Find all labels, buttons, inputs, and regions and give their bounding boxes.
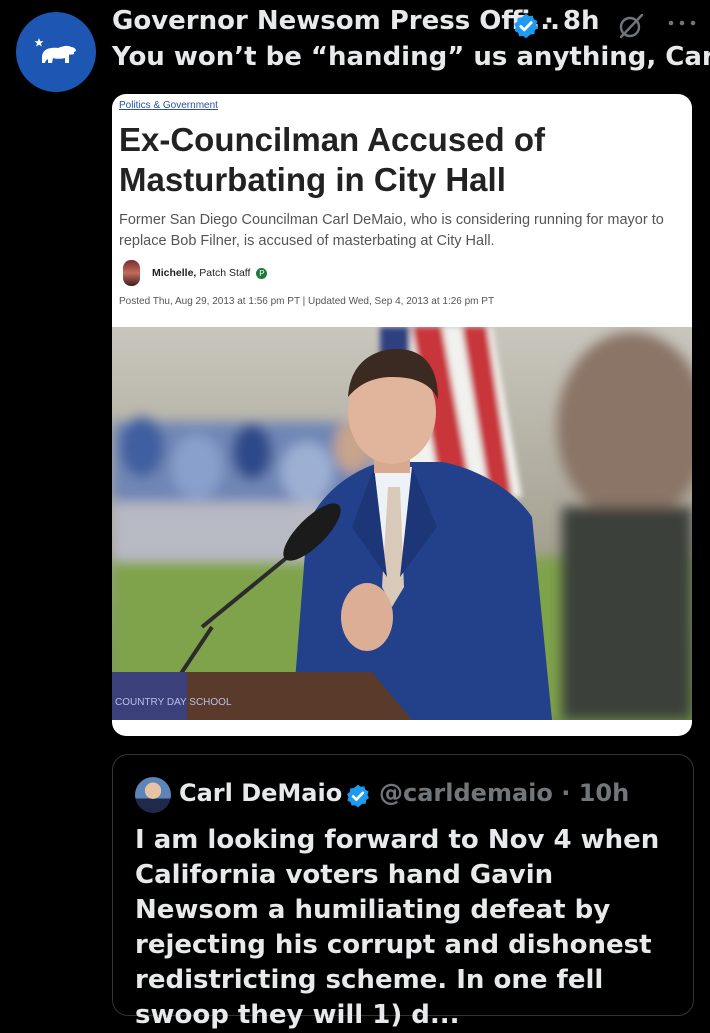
california-bear-logo [34,38,76,63]
article-summary: Former San Diego Councilman Carl DeMaio,… [119,212,664,249]
account-avatar[interactable] [16,12,96,92]
patch-badge-icon: P [256,267,268,279]
author-name: Michelle, [152,267,197,279]
tweet-header: Governor Newsom Press Offi... · 8h [112,4,702,44]
article-category: Politics & Government [119,100,218,111]
quoted-avatar[interactable] [135,777,171,813]
article-dates: Posted Thu, Aug 29, 2013 at 1:56 pm PT |… [119,296,495,307]
article-photo: COUNTRY DAY SCHOOL [112,327,692,720]
author-photo [123,260,140,286]
author-role: Patch Staff [199,267,251,279]
quoted-handle-time[interactable]: @carldemaio · 10h [379,779,629,807]
quoted-display-name[interactable]: Carl DeMaio [179,779,342,807]
display-name[interactable]: Governor Newsom Press Offi... [112,6,560,36]
quoted-tweet[interactable]: Carl DeMaio @carldemaio · 10h I am looki… [112,754,694,1030]
podium-sign: COUNTRY DAY SCHOOL [115,697,232,708]
article-image[interactable]: Politics & Government Ex-Councilman Accu… [112,94,692,736]
more-icon[interactable] [667,18,697,28]
article-author: Michelle, Patch Staff P [152,267,268,279]
verified-badge-icon [514,13,538,39]
tweet-text: You won’t be “handing” us anything, Carl [112,42,710,72]
verified-badge-icon [347,784,369,808]
tweet-time[interactable]: · 8h [544,6,600,36]
quoted-tweet-text: I am looking forward to Nov 4 when Calif… [135,825,660,1030]
article-headline: Ex-Councilman Accused of Masturbating in… [119,121,546,198]
grok-icon[interactable] [617,12,645,40]
